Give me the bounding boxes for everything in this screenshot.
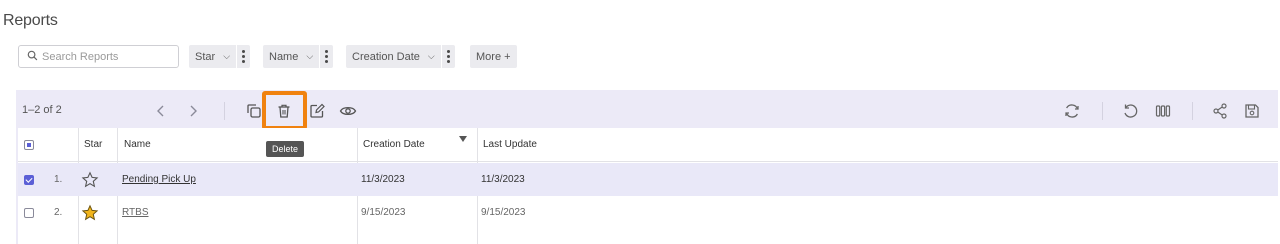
- row-checkbox[interactable]: [24, 163, 34, 196]
- grid-toolbar: 1–2 of 2: [16, 90, 1278, 128]
- select-all-checkbox[interactable]: [24, 128, 34, 161]
- more-vertical-icon[interactable]: [236, 45, 250, 68]
- columns-icon[interactable]: [1151, 99, 1175, 123]
- eye-icon[interactable]: [336, 99, 360, 123]
- share-icon[interactable]: [1208, 99, 1232, 123]
- report-name-link[interactable]: RTBS: [122, 196, 149, 229]
- edit-icon[interactable]: [305, 99, 329, 123]
- filter-chip-star[interactable]: Star ⌵: [189, 45, 251, 68]
- chevron-down-icon: ⌵: [427, 51, 435, 61]
- toolbar-divider: [224, 102, 225, 120]
- last-update-cell: 11/3/2023: [481, 174, 525, 185]
- toolbar-divider: [1192, 102, 1193, 120]
- chevron-down-icon: ⌵: [306, 51, 314, 61]
- save-icon[interactable]: [1240, 99, 1264, 123]
- chevron-left-icon[interactable]: [149, 99, 173, 123]
- table-row[interactable]: 2. RTBS 9/15/2023 9/15/2023: [18, 196, 1278, 229]
- table-header-row: Star Name Creation Date Last Update: [18, 128, 1278, 162]
- row-checkbox[interactable]: [24, 196, 34, 229]
- search-icon: [27, 48, 38, 66]
- star-outline-icon[interactable]: [81, 163, 99, 196]
- star-filled-icon[interactable]: [81, 196, 99, 229]
- filter-chip-label: Star: [195, 50, 216, 63]
- creation-date-cell: 11/3/2023: [361, 174, 405, 185]
- row-index: 2.: [54, 207, 63, 218]
- delete-tooltip: Delete: [266, 141, 305, 157]
- filter-chip-label: Name: [269, 50, 299, 63]
- search-input[interactable]: [38, 50, 178, 63]
- chevron-right-icon[interactable]: [181, 99, 205, 123]
- table-row[interactable]: 1. Pending Pick Up 11/3/2023 11/3/2023: [18, 163, 1278, 196]
- column-header-name[interactable]: Name: [124, 128, 151, 161]
- more-vertical-icon[interactable]: [319, 45, 333, 68]
- refresh-icon[interactable]: [1060, 99, 1084, 123]
- undo-icon[interactable]: [1118, 99, 1142, 123]
- reports-panel: 1–2 of 2 Delete Star Name Creation Date …: [16, 90, 1278, 244]
- sort-desc-icon[interactable]: [458, 122, 468, 155]
- filter-chip-label: Creation Date: [352, 50, 420, 63]
- column-header-star[interactable]: Star: [84, 128, 102, 161]
- filter-chip-name[interactable]: Name ⌵: [263, 45, 334, 68]
- column-header-creation-date[interactable]: Creation Date: [363, 128, 425, 161]
- creation-date-cell: 9/15/2023: [361, 207, 406, 218]
- last-update-cell: 9/15/2023: [481, 207, 526, 218]
- reports-table: Star Name Creation Date Last Update 1. P…: [18, 128, 1278, 244]
- more-vertical-icon[interactable]: [440, 45, 455, 68]
- column-header-last-update[interactable]: Last Update: [483, 128, 537, 161]
- more-filters-button[interactable]: More +: [470, 45, 517, 68]
- chevron-down-icon: ⌵: [223, 51, 231, 61]
- row-index: 1.: [54, 174, 63, 185]
- delete-highlight-box: [262, 91, 307, 130]
- page-title: Reports: [3, 12, 58, 29]
- filter-chip-creation-date[interactable]: Creation Date ⌵: [346, 45, 455, 68]
- record-range: 1–2 of 2: [22, 104, 62, 116]
- toolbar-divider: [1102, 102, 1103, 120]
- search-box[interactable]: [18, 45, 179, 68]
- report-name-link[interactable]: Pending Pick Up: [122, 163, 196, 196]
